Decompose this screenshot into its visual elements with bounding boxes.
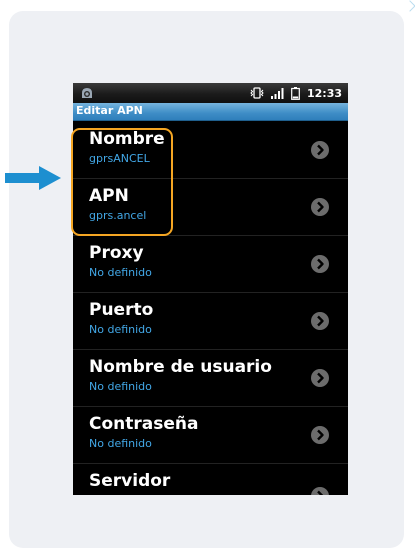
setting-value: No definido xyxy=(89,380,152,393)
setting-title: Contraseña xyxy=(89,414,199,434)
setting-row-puerto[interactable]: Puerto No definido xyxy=(73,293,348,350)
battery-icon xyxy=(291,86,300,100)
setting-title: Servidor xyxy=(89,471,171,491)
setting-title: Nombre xyxy=(89,129,165,149)
chevron-right-icon[interactable] xyxy=(310,197,330,217)
corner-mark xyxy=(404,0,415,12)
phone-screen: 12:33 Editar APN Nombre gprsANCEL APN gp… xyxy=(73,83,348,495)
pointer-arrow-icon xyxy=(5,166,61,190)
settings-list: Nombre gprsANCEL APN gprs.ancel Proxy No… xyxy=(73,122,348,495)
setting-row-contrasena[interactable]: Contraseña No definido xyxy=(73,407,348,464)
setting-title: Proxy xyxy=(89,243,144,263)
chevron-right-icon[interactable] xyxy=(310,254,330,274)
android-notification-icon xyxy=(82,88,92,98)
status-bar: 12:33 xyxy=(73,83,348,103)
chevron-right-icon[interactable] xyxy=(310,140,330,160)
setting-row-nombre-de-usuario[interactable]: Nombre de usuario No definido xyxy=(73,350,348,407)
setting-row-nombre[interactable]: Nombre gprsANCEL xyxy=(73,122,348,179)
setting-value: gprsANCEL xyxy=(89,152,150,165)
setting-title: APN xyxy=(89,186,129,206)
signal-bars-icon xyxy=(270,87,284,99)
setting-title: Nombre de usuario xyxy=(89,357,272,377)
setting-value: gprs.ancel xyxy=(89,209,147,222)
chevron-right-icon[interactable] xyxy=(310,486,330,495)
setting-row-proxy[interactable]: Proxy No definido xyxy=(73,236,348,293)
setting-row-apn[interactable]: APN gprs.ancel xyxy=(73,179,348,236)
chevron-right-icon[interactable] xyxy=(310,368,330,388)
status-time: 12:33 xyxy=(306,86,342,100)
chevron-right-icon[interactable] xyxy=(310,425,330,445)
chevron-right-icon[interactable] xyxy=(310,311,330,331)
title-bar: Editar APN xyxy=(73,103,348,121)
setting-value: No definido xyxy=(89,323,152,336)
setting-value: No definido xyxy=(89,266,152,279)
setting-title: Puerto xyxy=(89,300,154,320)
page-title: Editar APN xyxy=(76,104,143,117)
setting-row-servidor[interactable]: Servidor xyxy=(73,464,348,495)
vibrate-icon xyxy=(250,87,264,99)
setting-value: No definido xyxy=(89,437,152,450)
